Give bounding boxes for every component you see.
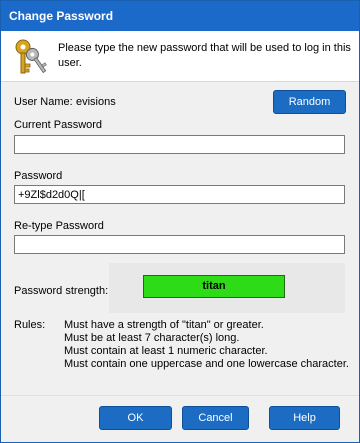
rules-list: Must have a strength of "titan" or great… <box>64 319 349 371</box>
dialog-header: Please type the new password that will b… <box>1 31 359 82</box>
user-name-value: evisions <box>76 96 116 108</box>
retype-password-label: Re-type Password <box>14 220 104 232</box>
rule-item: Must contain at least 1 numeric characte… <box>64 345 268 357</box>
dialog-title: Change Password <box>1 1 359 31</box>
keys-icon <box>15 39 47 74</box>
password-strength-label: Password strength: <box>14 285 109 297</box>
help-button[interactable]: Help <box>269 406 340 430</box>
rule-item: Must be at least 7 character(s) long. <box>64 332 240 344</box>
password-label: Password <box>14 170 63 182</box>
random-button[interactable]: Random <box>273 90 346 114</box>
password-strength-panel: titan <box>109 263 345 313</box>
ok-button[interactable]: OK <box>99 406 172 430</box>
password-strength-meter: titan <box>143 275 285 298</box>
password-input[interactable] <box>14 185 345 204</box>
retype-password-input[interactable] <box>14 235 345 254</box>
footer-divider <box>1 395 359 396</box>
current-password-label: Current Password <box>14 119 103 131</box>
header-instructions: Please type the new password that will b… <box>58 42 351 69</box>
current-password-input[interactable] <box>14 135 345 154</box>
cancel-button[interactable]: Cancel <box>182 406 249 430</box>
rule-item: Must have a strength of "titan" or great… <box>64 319 264 331</box>
rule-item: Must contain one uppercase and one lower… <box>64 358 349 370</box>
change-password-dialog: Change Password Please type the new pass… <box>0 0 360 443</box>
user-name-label: User Name: <box>14 96 73 108</box>
rules-label: Rules: <box>14 319 46 331</box>
